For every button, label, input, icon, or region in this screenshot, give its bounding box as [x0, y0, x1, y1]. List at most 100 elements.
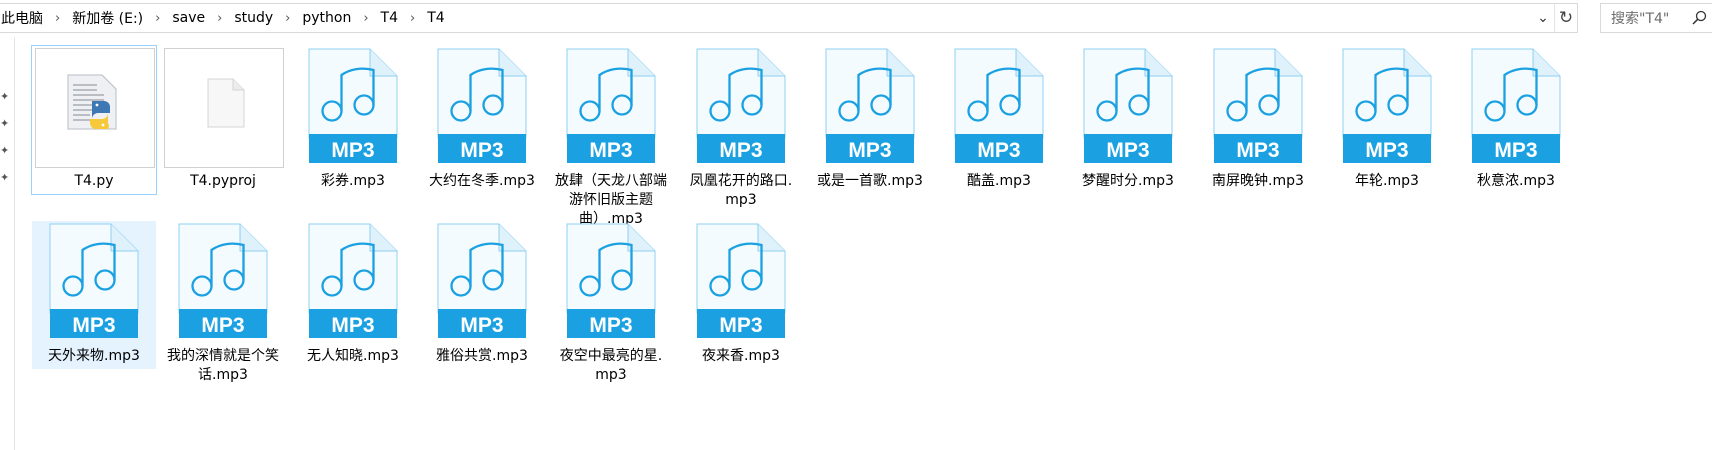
- file-item[interactable]: MP3 大约在冬季.mp3: [420, 46, 544, 194]
- pin-icon: ✦: [0, 117, 10, 130]
- address-toolbar: 此电脑 › 新加卷 (E:) › save › study › python › T4 › T4 ⌄ ↻…: [0, 0, 1712, 37]
- breadcrumb-item[interactable]: python: [293, 10, 360, 26]
- mp3-file-icon: MP3: [437, 48, 527, 163]
- file-name: 秋意浓.mp3: [1477, 173, 1555, 189]
- file-item[interactable]: MP3 夜来香.mp3: [679, 221, 803, 369]
- mp3-file-icon: MP3: [308, 48, 398, 163]
- file-thumbnail: MP3: [937, 46, 1061, 170]
- file-name: 天外来物.mp3: [48, 348, 140, 364]
- breadcrumb-item[interactable]: T4: [418, 10, 453, 26]
- breadcrumb-separator-icon[interactable]: ›: [52, 11, 63, 26]
- breadcrumb-item[interactable]: study: [225, 10, 282, 26]
- breadcrumb-separator-icon[interactable]: ›: [152, 11, 163, 26]
- mp3-badge-text: MP3: [589, 314, 632, 337]
- mp3-file-icon: MP3: [696, 223, 786, 338]
- file-name: 梦醒时分.mp3: [1082, 173, 1174, 189]
- file-item[interactable]: MP3 秋意浓.mp3: [1454, 46, 1578, 194]
- file-item[interactable]: MP3 年轮.mp3: [1325, 46, 1449, 194]
- file-thumbnail: MP3: [679, 46, 803, 170]
- mp3-file-icon: MP3: [178, 223, 268, 338]
- mp3-file-icon: MP3: [696, 48, 786, 163]
- mp3-badge-text: MP3: [331, 139, 374, 162]
- mp3-file-icon: MP3: [49, 223, 139, 338]
- file-name: 我的深情就是个笑话.mp3: [167, 348, 279, 383]
- mp3-badge-text: MP3: [460, 139, 503, 162]
- file-item[interactable]: MP3 无人知晓.mp3: [291, 221, 415, 369]
- breadcrumb-separator-icon[interactable]: ›: [214, 11, 225, 26]
- file-name: 夜空中最亮的星.mp3: [559, 348, 663, 383]
- file-thumbnail: MP3: [1454, 46, 1578, 170]
- file-thumbnail: MP3: [291, 46, 415, 170]
- file-thumbnail: MP3: [808, 46, 932, 170]
- file-name: T4.py: [74, 173, 114, 189]
- file-item[interactable]: MP3 酷盖.mp3: [937, 46, 1061, 194]
- breadcrumb-separator-icon[interactable]: ›: [360, 11, 371, 26]
- mp3-badge-text: MP3: [1106, 139, 1149, 162]
- search-icon: [1692, 10, 1707, 29]
- file-name: 夜来香.mp3: [702, 348, 780, 364]
- file-thumbnail: MP3: [291, 221, 415, 345]
- file-item[interactable]: MP3 雅俗共赏.mp3: [420, 221, 544, 369]
- refresh-button[interactable]: ↻: [1554, 4, 1577, 32]
- mp3-file-icon: MP3: [1471, 48, 1561, 163]
- file-thumbnail: [32, 46, 156, 170]
- file-name: 彩券.mp3: [321, 173, 385, 189]
- file-item[interactable]: T4.py: [31, 45, 157, 195]
- file-thumbnail: MP3: [1196, 46, 1320, 170]
- address-bar[interactable]: 此电脑 › 新加卷 (E:) › save › study › python › T4 › T4 ⌄ ↻: [0, 3, 1578, 33]
- blank-file-icon: [207, 78, 245, 128]
- file-name: 年轮.mp3: [1355, 173, 1419, 189]
- mp3-badge-text: MP3: [719, 139, 762, 162]
- mp3-file-icon: MP3: [437, 223, 527, 338]
- mp3-file-icon: MP3: [1083, 48, 1173, 163]
- file-thumbnail: MP3: [1325, 46, 1449, 170]
- mp3-badge-text: MP3: [331, 314, 374, 337]
- pin-icon: ✦: [0, 171, 10, 184]
- mp3-file-icon: MP3: [1342, 48, 1432, 163]
- pin-icon: ✦: [0, 144, 10, 157]
- file-name: 或是一首歌.mp3: [817, 173, 923, 189]
- breadcrumb: 此电脑 › 新加卷 (E:) › save › study › python › T4 › T4: [0, 4, 1532, 32]
- mp3-badge-text: MP3: [72, 314, 115, 337]
- mp3-file-icon: MP3: [308, 223, 398, 338]
- file-thumbnail: MP3: [549, 221, 673, 345]
- mp3-file-icon: MP3: [825, 48, 915, 163]
- file-item[interactable]: MP3 南屏晚钟.mp3: [1196, 46, 1320, 194]
- address-dropdown-button[interactable]: ⌄: [1532, 4, 1554, 32]
- file-name: 凤凰花开的路口.mp3: [689, 173, 793, 208]
- file-item[interactable]: MP3 凤凰花开的路口.mp3: [679, 46, 803, 213]
- breadcrumb-separator-icon[interactable]: ›: [407, 11, 418, 26]
- mp3-file-icon: MP3: [1213, 48, 1303, 163]
- file-thumbnail: MP3: [420, 221, 544, 345]
- file-item[interactable]: MP3 梦醒时分.mp3: [1066, 46, 1190, 194]
- file-item[interactable]: MP3 夜空中最亮的星.mp3: [549, 221, 673, 388]
- breadcrumb-item[interactable]: 此电脑: [0, 8, 52, 28]
- file-item[interactable]: MP3 我的深情就是个笑话.mp3: [161, 221, 285, 388]
- refresh-icon: ↻: [1558, 8, 1574, 28]
- mp3-badge-text: MP3: [1365, 139, 1408, 162]
- file-name: 酷盖.mp3: [967, 173, 1031, 189]
- file-item[interactable]: MP3 放肆（天龙八部端游怀旧版主题曲）.mp3: [549, 46, 673, 232]
- file-item[interactable]: MP3 或是一首歌.mp3: [808, 46, 932, 194]
- file-thumbnail: MP3: [679, 221, 803, 345]
- file-name: 雅俗共赏.mp3: [436, 348, 528, 364]
- breadcrumb-item[interactable]: save: [163, 10, 214, 26]
- mp3-badge-text: MP3: [719, 314, 762, 337]
- file-item[interactable]: MP3 天外来物.mp3: [32, 221, 156, 369]
- file-item[interactable]: T4.pyproj: [161, 46, 285, 194]
- python-file-icon: [67, 74, 117, 130]
- file-name: 无人知晓.mp3: [307, 348, 399, 364]
- file-thumbnail: MP3: [1066, 46, 1190, 170]
- mp3-badge-text: MP3: [201, 314, 244, 337]
- search-input[interactable]: 搜索"T4": [1600, 3, 1712, 33]
- navigation-pane[interactable]: ✦ ✦ ✦ ✦: [0, 37, 15, 450]
- file-thumbnail: [161, 46, 285, 170]
- breadcrumb-separator-icon[interactable]: ›: [282, 11, 293, 26]
- breadcrumb-item[interactable]: T4: [372, 10, 407, 26]
- mp3-badge-text: MP3: [460, 314, 503, 337]
- file-thumbnail: MP3: [32, 221, 156, 345]
- file-name: T4.pyproj: [190, 173, 256, 189]
- file-thumbnail: MP3: [549, 46, 673, 170]
- file-item[interactable]: MP3 彩券.mp3: [291, 46, 415, 194]
- breadcrumb-item[interactable]: 新加卷 (E:): [63, 8, 152, 28]
